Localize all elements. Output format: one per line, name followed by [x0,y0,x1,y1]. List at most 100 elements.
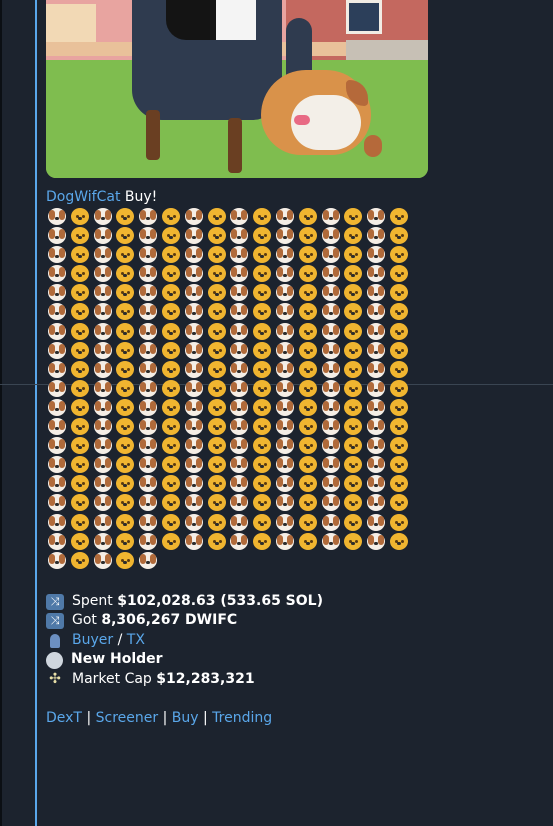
dog-emoji-icon [184,437,203,455]
dog-emoji-icon [367,513,386,531]
cat-emoji-icon [344,284,363,302]
dog-emoji-icon [321,208,340,225]
cat-emoji-icon [207,246,226,264]
cat-emoji-icon [344,265,363,283]
buy-link[interactable]: Buy [172,710,199,726]
dog-emoji-icon [275,227,294,245]
dog-emoji-icon [367,303,386,321]
sender-link[interactable]: DogWifCat [46,189,120,205]
dog-emoji-icon [275,456,294,474]
cat-emoji-icon [207,227,226,245]
cat-emoji-icon [70,341,89,359]
dog-emoji-icon [230,303,249,321]
link-separator: | [162,710,168,727]
dog-emoji-icon [93,265,112,283]
dog-emoji-icon [367,532,386,550]
cat-emoji-icon [389,208,408,225]
dog-emoji-icon [184,246,203,264]
dog-emoji-icon [275,303,294,321]
dog-emoji-icon [139,494,158,512]
tx-link[interactable]: TX [127,631,145,651]
spent-value: $102,028.63 (533.65 SOL) [117,592,323,609]
dog-emoji-icon [275,360,294,378]
cat-emoji-icon [253,284,272,302]
dog-emoji-icon [230,246,249,264]
cat-emoji-icon [207,341,226,359]
cat-emoji-icon [344,208,363,225]
chat-page: DogWifCat Buy! ⤨ Spent $102,028.63 (533.… [0,0,553,826]
dog-emoji-icon [139,513,158,531]
cat-emoji-icon [253,398,272,416]
shuffle-icon: ⤨ [46,613,64,630]
cat-emoji-icon [161,398,180,416]
footer-links: DexT | Screener | Buy | Trending [46,709,446,727]
screener-link[interactable]: Screener [96,710,159,726]
dog-emoji-icon [367,418,386,436]
cat-emoji-icon [207,379,226,397]
cat-emoji-icon [298,227,317,245]
dog-emoji-icon [367,341,386,359]
cat-emoji-icon [344,475,363,493]
cat-emoji-icon [298,246,317,264]
cat-emoji-icon [70,360,89,378]
cat-emoji-icon [116,303,135,321]
dog-emoji-icon [93,322,112,340]
cat-emoji-icon [344,437,363,455]
cat-emoji-icon [344,303,363,321]
dog-emoji-icon [48,322,66,340]
dog-emoji-icon [367,208,386,225]
cat-emoji-icon [116,532,135,550]
pin-icon: ✣ [49,670,61,687]
cat-emoji-icon [389,322,408,340]
cat-emoji-icon [389,227,408,245]
dext-link[interactable]: DexT [46,710,82,726]
image-chair-leg [228,118,242,173]
buyer-row: Buyer / TX [46,631,446,651]
cat-emoji-icon [389,418,408,436]
cat-emoji-icon [389,303,408,321]
dog-emoji-icon [93,456,112,474]
dog-emoji-icon [184,360,203,378]
dog-emoji-icon [93,398,112,416]
dog-emoji-icon [367,437,386,455]
dog-emoji-icon [48,208,66,225]
cat-emoji-icon [298,322,317,340]
image-cat-shirt [216,0,256,40]
dog-emoji-icon [93,208,112,225]
dog-emoji-icon [321,284,340,302]
reply-bar [35,0,37,826]
cat-emoji-icon [70,379,89,397]
cat-emoji-icon [298,303,317,321]
globe-icon [46,651,63,669]
cat-emoji-icon [253,303,272,321]
buyer-link[interactable]: Buyer [72,631,113,651]
cat-emoji-icon [70,551,89,569]
cat-emoji-icon [161,246,180,264]
cat-emoji-icon [253,532,272,550]
dog-emoji-icon [184,456,203,474]
cat-emoji-icon [389,513,408,531]
dog-emoji-icon [230,360,249,378]
cat-emoji-icon [116,341,135,359]
dog-emoji-icon [139,284,158,302]
cat-emoji-icon [253,475,272,493]
cat-emoji-icon [207,322,226,340]
trending-link[interactable]: Trending [212,710,272,726]
dog-emoji-icon [275,284,294,302]
cat-emoji-icon [344,494,363,512]
cat-emoji-icon [161,341,180,359]
cat-emoji-icon [207,284,226,302]
cat-emoji-icon [298,475,317,493]
message-image[interactable] [46,0,428,178]
dog-emoji-icon [139,475,158,493]
cat-emoji-icon [116,227,135,245]
holder-row: New Holder [46,650,446,670]
cat-emoji-icon [389,379,408,397]
dog-emoji-icon [321,437,340,455]
cat-emoji-icon [389,398,408,416]
dog-emoji-icon [321,494,340,512]
cat-emoji-icon [161,284,180,302]
dog-emoji-icon [230,437,249,455]
dog-emoji-icon [367,246,386,264]
cat-emoji-icon [207,303,226,321]
